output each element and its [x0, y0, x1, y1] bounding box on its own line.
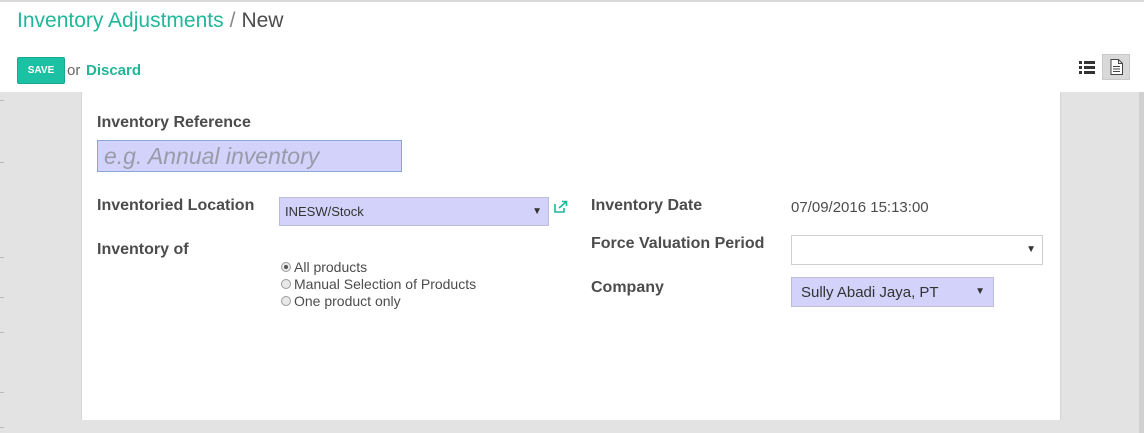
- caret-down-icon: ▼: [532, 205, 542, 217]
- inventoried-location-label: Inventoried Location: [97, 197, 255, 214]
- inventory-reference-label: Inventory Reference: [97, 114, 251, 131]
- force-valuation-period-select[interactable]: ▼: [791, 235, 1043, 265]
- list-view-icon: [1079, 60, 1095, 74]
- form-view-icon: [1110, 59, 1123, 75]
- radio-button[interactable]: [281, 261, 291, 272]
- form-view-button[interactable]: [1102, 54, 1130, 80]
- inventory-reference-input[interactable]: [97, 140, 402, 172]
- scrollbar[interactable]: [1139, 92, 1144, 433]
- left-edge-marks: [0, 92, 4, 433]
- force-valuation-period-label: Force Valuation Period: [591, 235, 765, 252]
- breadcrumb-parent-link[interactable]: Inventory Adjustments: [17, 9, 224, 32]
- inventory-of-label: Inventory of: [97, 241, 189, 258]
- external-link-icon[interactable]: [553, 199, 569, 215]
- company-label: Company: [591, 279, 664, 296]
- radio-option-one-product[interactable]: One product only: [281, 292, 476, 309]
- radio-button[interactable]: [281, 278, 291, 289]
- inventory-date-value[interactable]: 07/09/2016 15:13:00: [791, 199, 929, 216]
- caret-down-icon: ▼: [975, 285, 985, 297]
- radio-label: All products: [294, 258, 368, 275]
- inventoried-location-select[interactable]: INESW/Stock ▼: [279, 197, 549, 226]
- list-view-button[interactable]: [1073, 54, 1101, 80]
- inventory-of-radio-group: All products Manual Selection of Product…: [281, 258, 476, 309]
- radio-option-all-products[interactable]: All products: [281, 258, 476, 275]
- radio-label: Manual Selection of Products: [294, 275, 477, 292]
- radio-button[interactable]: [281, 295, 291, 306]
- save-button[interactable]: SAVE: [17, 57, 65, 84]
- caret-down-icon: ▼: [1026, 243, 1036, 255]
- top-border: [0, 0, 1144, 2]
- discard-button[interactable]: Discard: [86, 62, 141, 79]
- breadcrumb: Inventory Adjustments / New: [17, 9, 283, 33]
- inventory-date-label: Inventory Date: [591, 197, 703, 214]
- radio-option-manual-selection[interactable]: Manual Selection of Products: [281, 275, 476, 292]
- company-value: Sully Abadi Jaya, PT: [801, 283, 939, 301]
- inventoried-location-value: INESW/Stock: [285, 204, 364, 219]
- company-select[interactable]: Sully Abadi Jaya, PT ▼: [791, 277, 994, 307]
- breadcrumb-separator: /: [229, 9, 236, 32]
- radio-label: One product only: [294, 292, 401, 309]
- or-text: or: [67, 62, 81, 79]
- breadcrumb-current: New: [241, 9, 284, 32]
